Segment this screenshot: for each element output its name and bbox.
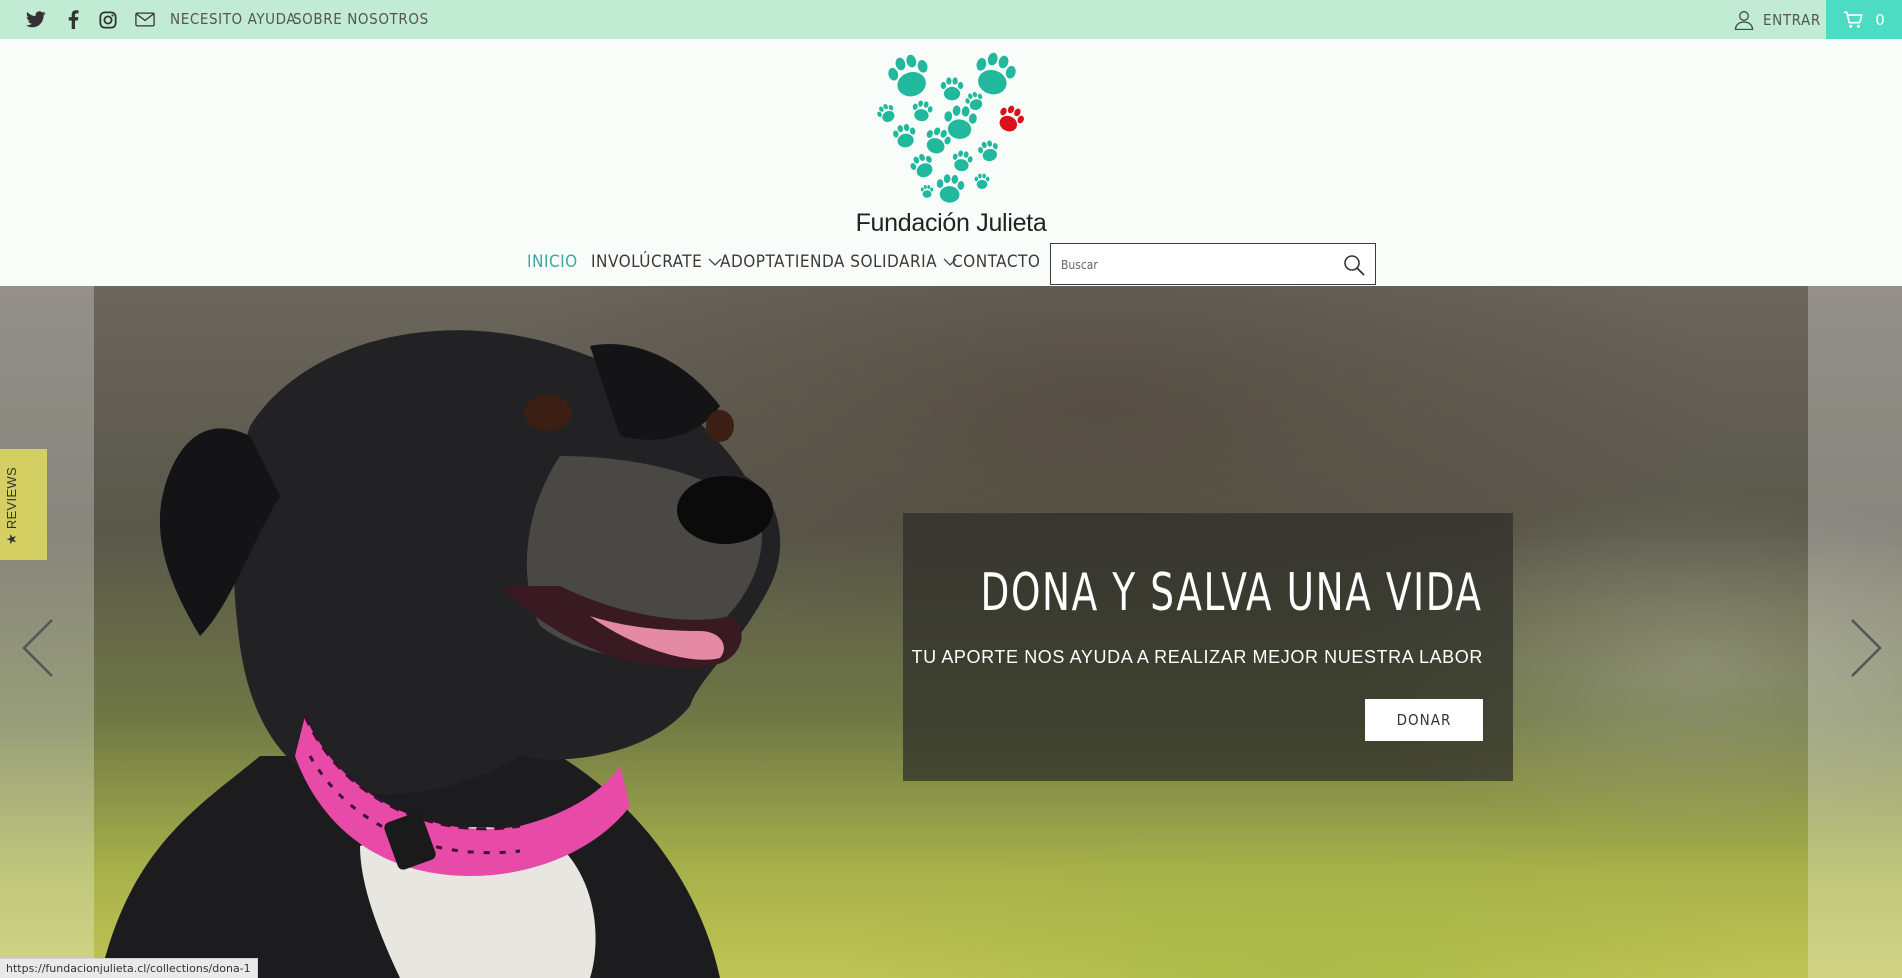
about-link[interactable]: Sobre Nosotros (293, 0, 429, 39)
nav-item-label: Involúcrate (591, 252, 703, 272)
twitter-icon[interactable] (24, 0, 48, 39)
paw-heart-logo-icon (874, 49, 1028, 204)
cart-icon (1844, 11, 1863, 28)
browser-status-url: https://fundacionjulieta.cl/collections/… (0, 958, 258, 978)
site-logo[interactable] (867, 42, 1037, 207)
search-icon[interactable] (1343, 254, 1365, 276)
login-label: Entrar (1763, 10, 1821, 29)
chevron-right-icon[interactable] (1846, 616, 1886, 680)
instagram-icon[interactable] (97, 0, 119, 39)
nav-item-tienda-solidaria[interactable]: Tienda Solidaria (785, 249, 957, 275)
cart-button[interactable]: 0 (1826, 0, 1902, 39)
login-link[interactable]: Entrar (1734, 0, 1821, 39)
nav-item-inicio[interactable]: Inicio (527, 249, 578, 275)
user-icon (1734, 10, 1754, 30)
slide-subtitle: TU APORTE NOS AYUDA A REALIZAR MEJOR NUE… (911, 647, 1483, 667)
mail-icon[interactable] (133, 0, 157, 39)
nav-item-contacto[interactable]: Contacto (952, 249, 1040, 275)
search-box (1050, 243, 1376, 285)
cart-count: 0 (1875, 10, 1885, 29)
slide-title: Dona y salva una vida (980, 563, 1483, 623)
nav-item-label: Inicio (527, 252, 578, 272)
nav-item-label: Contacto (952, 252, 1041, 272)
nav-item-label: Tienda Solidaria (785, 252, 938, 272)
top-bar: Necesito ayuda Sobre Nosotros Entrar 0 (0, 0, 1902, 39)
facebook-icon[interactable] (62, 0, 84, 39)
donate-button[interactable]: Donar (1365, 699, 1483, 741)
brand-name: Fundación Julieta (855, 209, 1047, 237)
reviews-tab-label: ★ REVIEWS (4, 467, 19, 545)
hero-slider: Dona y salva una vida TU APORTE NOS AYUD… (0, 286, 1902, 978)
slide-caption: Dona y salva una vida TU APORTE NOS AYUD… (903, 513, 1513, 781)
nav-item-adopta[interactable]: Adopta (720, 249, 785, 275)
nav-item-involucrate[interactable]: Involúcrate (591, 249, 722, 275)
help-link[interactable]: Necesito ayuda (170, 0, 296, 39)
chevron-left-icon[interactable] (18, 616, 58, 680)
reviews-tab[interactable]: ★ REVIEWS (0, 449, 47, 560)
nav-item-label: Adopta (720, 252, 785, 272)
search-input[interactable] (1061, 254, 1321, 276)
